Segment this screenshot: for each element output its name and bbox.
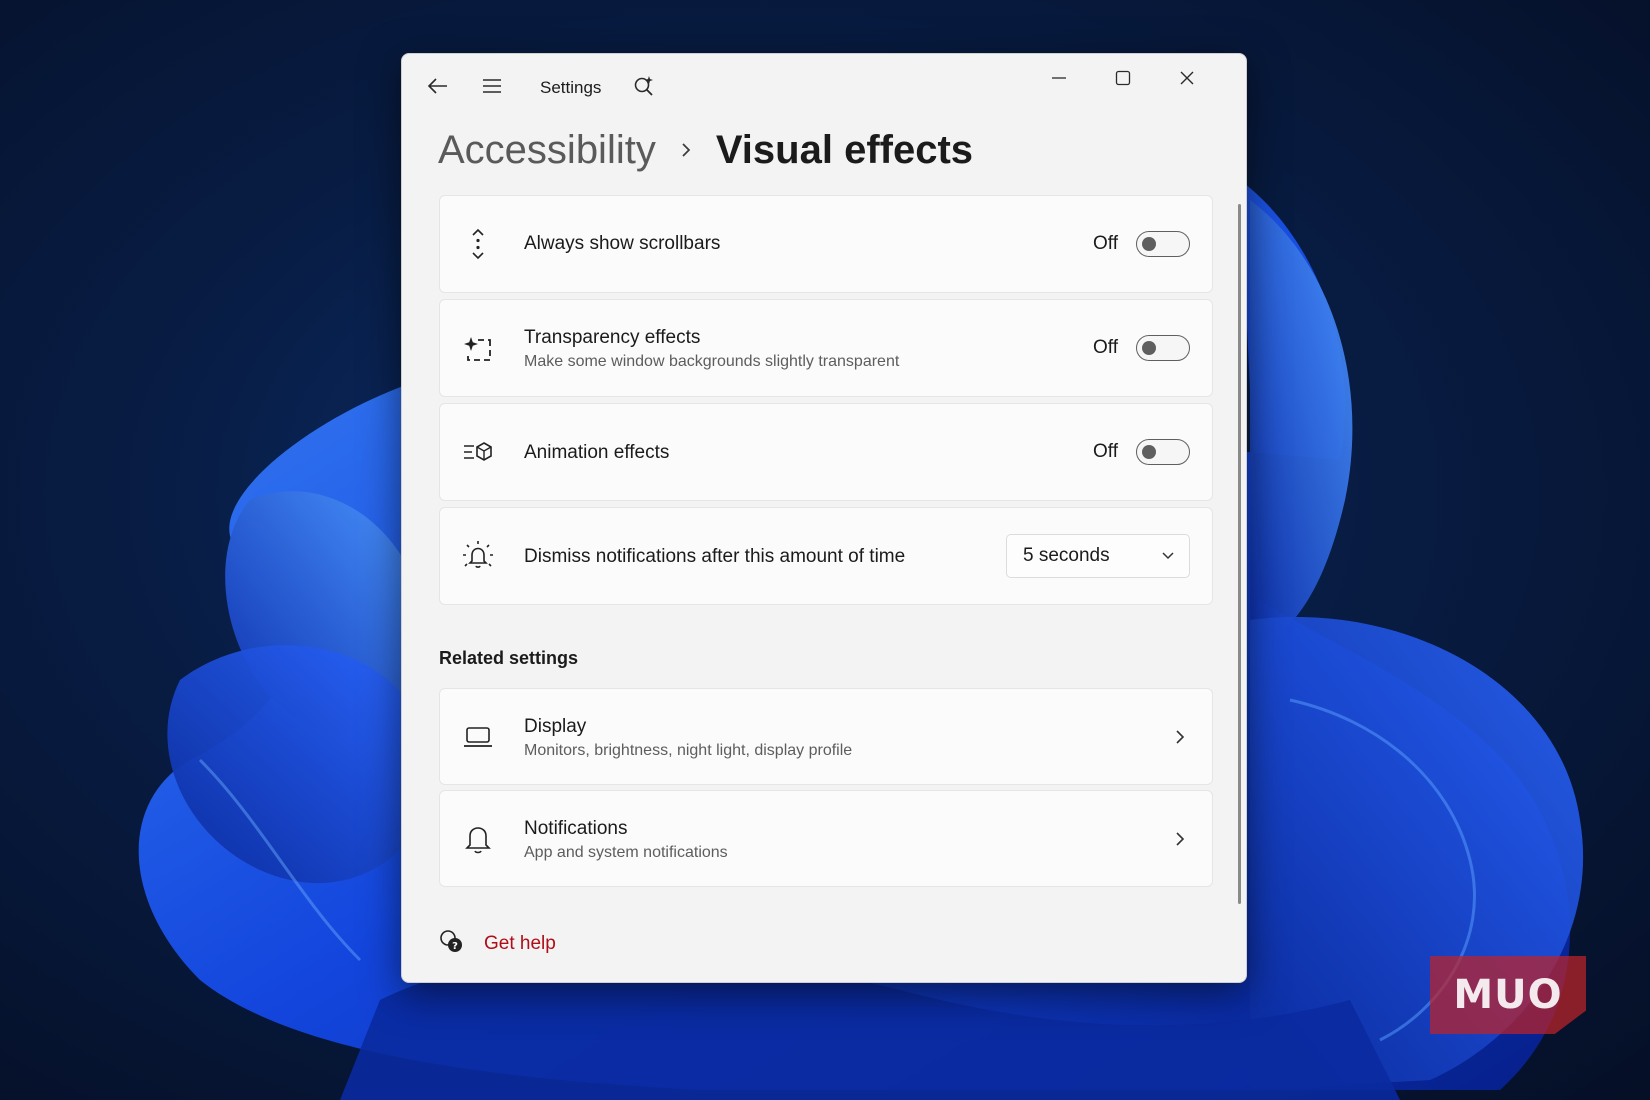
page-title: Visual effects (715, 127, 974, 172)
related-item-display[interactable]: Display Monitors, brightness, night ligh… (439, 688, 1213, 785)
related-item-description: App and system notifications (524, 844, 728, 861)
maximize-icon (1115, 70, 1131, 86)
transparency-icon (460, 330, 496, 366)
dismiss-time-dropdown[interactable]: 5 seconds (1006, 534, 1190, 578)
breadcrumb-separator (656, 141, 716, 159)
related-item-notifications[interactable]: Notifications App and system notificatio… (439, 790, 1213, 887)
breadcrumb: Accessibility Visual effects (438, 120, 973, 180)
transparency-toggle[interactable] (1136, 335, 1190, 361)
toggle-knob (1142, 237, 1156, 251)
search-button[interactable] (626, 68, 662, 104)
dropdown-selected-value: 5 seconds (1023, 545, 1110, 566)
toggle-state-label: Off (1093, 233, 1118, 254)
title-bar: Settings (402, 54, 1246, 120)
animation-toggle[interactable] (1136, 439, 1190, 465)
maximize-button[interactable] (1100, 58, 1146, 98)
scrollbar-icon (460, 226, 496, 262)
toggle-state-label: Off (1093, 441, 1118, 462)
settings-window: Settings Accessibility Visual effects Al… (401, 53, 1247, 983)
vertical-scrollbar[interactable] (1238, 204, 1241, 904)
close-icon (1180, 71, 1194, 85)
laptop-icon (460, 719, 496, 755)
navigation-menu-button[interactable] (474, 68, 510, 104)
app-title: Settings (540, 78, 602, 97)
setting-title: Transparency effects (524, 327, 701, 348)
svg-text:?: ? (452, 941, 458, 952)
minimize-button[interactable] (1036, 58, 1082, 98)
setting-always-show-scrollbars: Always show scrollbars Off (439, 195, 1213, 293)
scrollbars-toggle[interactable] (1136, 231, 1190, 257)
setting-dismiss-notifications: Dismiss notifications after this amount … (439, 507, 1213, 605)
chevron-down-icon (1161, 551, 1175, 561)
hamburger-menu-icon (483, 79, 501, 93)
transparency-toggle-group: Off (1093, 335, 1190, 361)
bell-icon (460, 821, 496, 857)
search-sparkle-icon (634, 76, 653, 96)
help-icon: ? (438, 928, 464, 959)
related-item-description: Monitors, brightness, night light, displ… (524, 742, 853, 759)
chevron-right-icon (1174, 728, 1186, 746)
setting-title: Dismiss notifications after this amount … (524, 546, 906, 567)
breadcrumb-accessibility-link[interactable]: Accessibility (438, 128, 656, 173)
setting-title: Always show scrollbars (524, 233, 721, 254)
toggle-knob (1142, 341, 1156, 355)
related-settings-heading: Related settings (439, 648, 579, 668)
setting-title: Animation effects (524, 442, 670, 463)
minimize-icon (1052, 77, 1066, 79)
related-item-title: Display (524, 716, 587, 737)
animation-icon (460, 434, 496, 470)
back-button[interactable] (420, 68, 456, 104)
setting-transparency-effects: Transparency effects Make some window ba… (439, 299, 1213, 397)
animation-toggle-group: Off (1093, 439, 1190, 465)
related-item-title: Notifications (524, 818, 628, 839)
chevron-right-icon (1174, 830, 1186, 848)
setting-description: Make some window backgrounds slightly tr… (524, 353, 900, 370)
setting-animation-effects: Animation effects Off (439, 403, 1213, 501)
get-help[interactable]: ? Get help (438, 928, 556, 959)
notification-timer-icon (460, 538, 496, 574)
chevron-right-icon (682, 143, 691, 157)
get-help-link[interactable]: Get help (484, 933, 556, 955)
muo-watermark: MUO (1430, 956, 1586, 1034)
close-button[interactable] (1164, 58, 1210, 98)
scrollbars-toggle-group: Off (1093, 231, 1190, 257)
toggle-knob (1142, 445, 1156, 459)
back-arrow-icon (427, 78, 447, 94)
toggle-state-label: Off (1093, 337, 1118, 358)
